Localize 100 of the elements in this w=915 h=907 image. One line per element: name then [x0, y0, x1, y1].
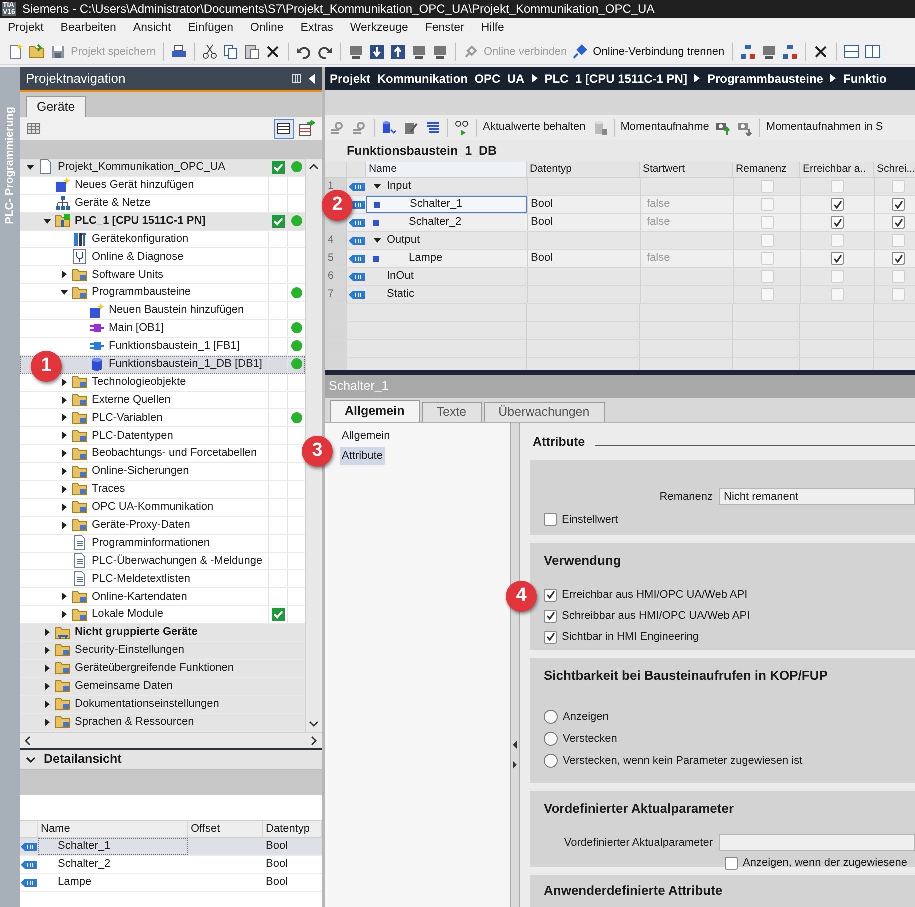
nav-item[interactable]: Attribute	[340, 446, 385, 465]
triangle-down-icon[interactable]	[373, 236, 382, 245]
checkbox[interactable]	[760, 288, 774, 301]
tree-row[interactable]: Online-Sicherungen	[20, 463, 305, 482]
tree-row[interactable]: Beobachtungs- und Forcetabellen	[20, 445, 305, 464]
triangle-right-icon[interactable]	[60, 431, 68, 440]
triangle-right-icon[interactable]	[60, 378, 68, 387]
breadcrumb-item[interactable]: Programmbausteine	[707, 70, 824, 88]
triangle-right-icon[interactable]	[42, 628, 52, 638]
grid-icon[interactable]	[26, 120, 42, 136]
tree-row[interactable]: Projekt_Kommunikation_OPC_UA	[20, 159, 305, 177]
triangle-right-icon[interactable]	[42, 664, 52, 673]
checkbox[interactable]	[831, 288, 844, 301]
triangle-down-icon[interactable]	[42, 216, 52, 226]
tab[interactable]: Überwachungen	[484, 402, 605, 422]
table-cell[interactable]: Static	[366, 286, 527, 303]
triangle-right-icon[interactable]	[42, 646, 52, 655]
checkbox[interactable]	[831, 234, 844, 247]
new-document-icon[interactable]	[8, 44, 24, 60]
triangle-right-icon[interactable]	[60, 467, 68, 476]
triangle-right-icon[interactable]	[60, 413, 68, 422]
checkbox[interactable]	[892, 216, 905, 229]
pin-icon[interactable]	[292, 74, 302, 84]
scrollbar[interactable]	[20, 732, 322, 748]
tree-row[interactable]: Geräteübergreifende Funktionen	[20, 660, 305, 678]
checkbox[interactable]	[544, 588, 557, 602]
checkbox[interactable]	[831, 180, 844, 193]
menu-item[interactable]: Projekt	[8, 20, 44, 38]
scissors-icon[interactable]	[202, 44, 218, 60]
checkbox[interactable]	[831, 198, 844, 211]
tree-row[interactable]: Software Units	[20, 266, 305, 284]
checkbox[interactable]	[760, 252, 774, 265]
tree-row[interactable]: Funktionsbaustein_1 [FB1]	[20, 338, 305, 356]
download-icon[interactable]	[369, 44, 385, 60]
export-table-icon[interactable]	[298, 120, 316, 138]
chevron-left-icon[interactable]	[23, 736, 33, 746]
column-header[interactable]: Offset	[188, 821, 263, 837]
tree-row[interactable]: Gerätekonfiguration	[20, 230, 305, 248]
triangle-right-icon[interactable]	[513, 761, 517, 769]
triangle-right-icon[interactable]	[60, 520, 68, 530]
printer-icon[interactable]	[171, 44, 187, 60]
list-icon[interactable]	[425, 120, 441, 136]
tree-row[interactable]: Dokumentationseinstellungen	[20, 696, 305, 714]
split-view-icon[interactable]	[864, 44, 881, 60]
input-field[interactable]	[719, 834, 915, 852]
checkbox[interactable]	[892, 198, 905, 211]
radio-button[interactable]	[544, 710, 558, 724]
breadcrumb-item[interactable]: PLC_1 [CPU 1511C-1 PN]	[544, 70, 688, 88]
table-view-icon[interactable]	[274, 118, 294, 138]
tree-row[interactable]: Geräte & Netze	[20, 194, 305, 213]
x-icon[interactable]	[265, 44, 281, 60]
menu-item[interactable]: Werkzeuge	[350, 20, 408, 38]
toolbar-button[interactable]: Aktualwerte behalten	[483, 119, 586, 136]
radio-button[interactable]	[544, 754, 558, 768]
table-cell[interactable]: Schalter_2	[366, 214, 527, 231]
breadcrumb-item[interactable]: Funktio	[843, 70, 887, 88]
menu-item[interactable]: Bearbeiten	[60, 20, 116, 38]
triangle-left-icon[interactable]	[513, 741, 517, 749]
tree-row[interactable]: Neuen Baustein hinzufügen	[20, 302, 305, 320]
x-icon[interactable]	[812, 44, 829, 60]
hierarchy-icon[interactable]	[740, 44, 756, 60]
checkbox[interactable]	[892, 270, 905, 283]
tree-row[interactable]: PLC_1 [CPU 1511C-1 PN]	[20, 212, 305, 231]
clipboard-icon[interactable]	[244, 44, 260, 60]
tree-row[interactable]: PLC-Variablen	[20, 409, 305, 428]
hierarchy-icon[interactable]	[782, 44, 798, 60]
toolbar-button[interactable]: Momentaufnahmen in S	[766, 119, 884, 136]
checkbox[interactable]	[760, 270, 774, 283]
triangle-right-icon[interactable]	[60, 610, 68, 620]
cylinder-icon[interactable]	[381, 120, 397, 136]
redo-icon[interactable]	[317, 44, 333, 60]
menu-item[interactable]: Fenster	[425, 20, 464, 38]
tree-row[interactable]: Security-Einstellungen	[20, 642, 305, 660]
tree-row[interactable]: Technologieobjekte	[20, 374, 305, 392]
chevron-right-icon[interactable]	[309, 736, 319, 746]
checkbox[interactable]	[831, 252, 844, 265]
triangle-down-icon[interactable]	[373, 182, 382, 191]
table-cell[interactable]: Lampe	[366, 250, 527, 267]
chevron-down-icon[interactable]	[26, 754, 36, 764]
triangle-down-icon[interactable]	[60, 288, 68, 298]
tree-row[interactable]: Externe Quellen	[20, 392, 305, 410]
upload-icon[interactable]	[390, 44, 406, 60]
checkbox[interactable]	[544, 610, 557, 623]
checkbox[interactable]	[892, 252, 905, 265]
tab[interactable]: Allgemein	[330, 400, 420, 422]
table-row[interactable]: Schalter_2 Bool	[20, 856, 322, 874]
menu-item[interactable]: Hilfe	[481, 20, 504, 38]
column-header[interactable]: Name	[38, 821, 188, 837]
tree-row[interactable]: Main [OB1]	[20, 320, 305, 338]
menu-item[interactable]: Online	[250, 20, 284, 38]
checkbox[interactable]	[892, 234, 905, 247]
plug-icon[interactable]	[572, 44, 588, 60]
tree-row[interactable]: PLC-Datentypen	[20, 427, 305, 446]
column-header[interactable]: Remanenz	[733, 162, 800, 177]
triangle-right-icon[interactable]	[60, 449, 68, 458]
input-field[interactable]: Nicht remanent	[719, 488, 915, 506]
menu-item[interactable]: Extras	[300, 20, 334, 38]
breadcrumb-item[interactable]: Projekt_Kommunikation_OPC_UA	[330, 70, 525, 88]
toolbar-button[interactable]: Momentaufnahme	[620, 119, 710, 136]
triangle-left-icon[interactable]	[308, 74, 316, 84]
